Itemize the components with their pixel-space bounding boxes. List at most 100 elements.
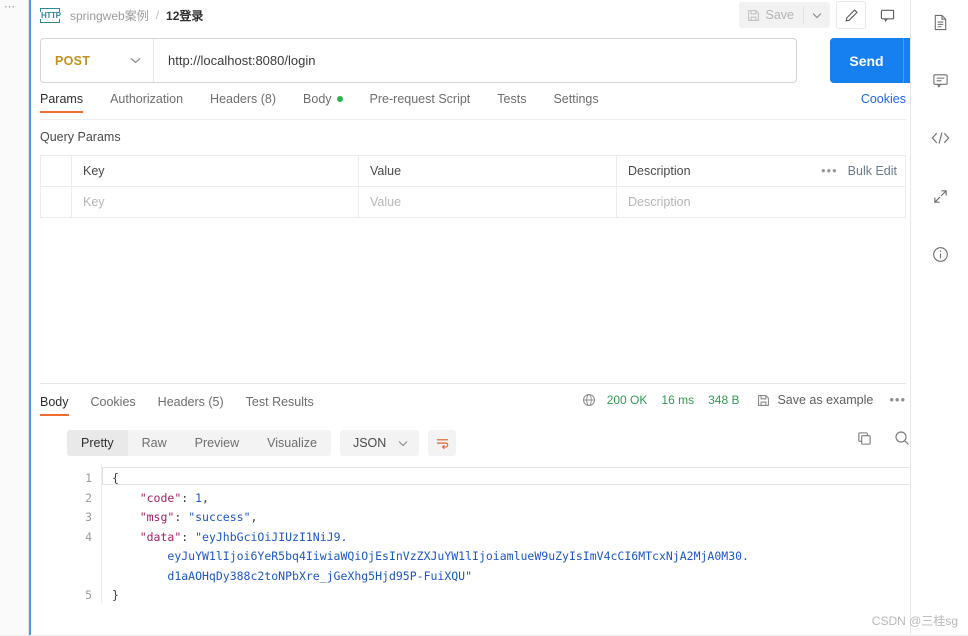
json-value-data-part1: "eyJhbGciOiJIUzI1NiJ9. [195, 529, 348, 544]
word-wrap-icon [435, 437, 450, 450]
method-selector[interactable]: POST [41, 39, 153, 82]
breadcrumb-collection[interactable]: springweb案例 [70, 7, 149, 24]
table-options-ellipsis-icon[interactable]: ••• [821, 164, 838, 177]
breadcrumb-separator: / [155, 8, 160, 22]
tab-headers[interactable]: Headers (8) [210, 92, 276, 113]
globe-icon[interactable] [582, 393, 596, 407]
save-button[interactable]: Save [739, 2, 804, 28]
tab-pre-request-script-label: Pre-request Script [369, 92, 471, 106]
response-tab-body[interactable]: Body [40, 395, 69, 416]
floppy-disk-icon [747, 9, 760, 22]
url-bar: POST http://localhost:8080/login Send [40, 38, 936, 83]
url-input[interactable]: http://localhost:8080/login [154, 53, 796, 68]
tab-authorization[interactable]: Authorization [110, 92, 183, 113]
format-raw[interactable]: Raw [128, 430, 181, 456]
response-tab-headers[interactable]: Headers (5) [158, 395, 224, 416]
save-as-example-label: Save as example [777, 393, 874, 407]
tab-headers-label: Headers (8) [210, 92, 277, 106]
json-key-data: "data" [139, 529, 182, 544]
response-tabs: Body Cookies Headers (5) Test Results 20… [40, 393, 906, 421]
body-modified-dot-icon [336, 96, 343, 102]
response-tab-body-label: Body [40, 395, 69, 409]
response-tab-headers-label: Headers (5) [157, 395, 224, 409]
code-gutter: 1 2 3 4 5 [67, 464, 101, 604]
method-label: POST [55, 53, 91, 68]
edit-pencil-icon[interactable] [836, 1, 866, 29]
code-content[interactable]: { "code": 1, "msg": "success", "data": "… [101, 464, 931, 606]
format-visualize[interactable]: Visualize [253, 430, 331, 456]
code-icon[interactable] [911, 116, 968, 160]
tab-pre-request-script[interactable]: Pre-request Script [370, 92, 471, 113]
json-value-data-part2: eyJuYW1lIjoi6YeR5bq4IiwiaWQiOjEsInVzZXJu… [167, 549, 749, 563]
code-line-5: } [112, 586, 906, 606]
tab-params[interactable]: Params [40, 92, 84, 113]
header-checkbox-cell [41, 156, 72, 186]
json-brace-open: { [112, 471, 119, 485]
bulk-edit-button[interactable]: Bulk Edit [848, 164, 897, 178]
url-input-container[interactable]: POST http://localhost:8080/login [40, 38, 797, 83]
left-sidebar-rail: ⋯ [0, 0, 29, 636]
expand-arrows-icon[interactable] [911, 174, 968, 218]
query-params-table: Key Value Description ••• Bulk Edit Key … [40, 155, 906, 218]
format-preview[interactable]: Preview [181, 430, 253, 456]
response-status: 200 OK [606, 393, 648, 407]
tab-settings[interactable]: Settings [553, 92, 598, 113]
code-line-2: "code": 1, [139, 490, 209, 505]
table-row[interactable]: Key Value Description [41, 187, 905, 218]
language-label: JSON [352, 436, 387, 450]
row-checkbox-cell[interactable] [41, 187, 72, 217]
breadcrumb-request-name[interactable]: 12登录 [166, 7, 203, 24]
tab-settings-label: Settings [553, 92, 599, 106]
response-body-code[interactable]: 1 2 3 4 5 { "code": 1, "msg": "success",… [67, 464, 931, 606]
copy-icon[interactable] [857, 431, 872, 446]
query-params-title: Query Params [40, 130, 121, 144]
tab-authorization-label: Authorization [110, 92, 184, 106]
tab-body[interactable]: Body [303, 92, 343, 113]
code-line-1: { [112, 469, 906, 489]
response-tab-cookies[interactable]: Cookies [91, 395, 136, 416]
line-number: 4 [85, 529, 92, 544]
tab-tests-label: Tests [497, 92, 527, 106]
documentation-icon[interactable] [911, 0, 968, 44]
response-options-ellipsis-icon[interactable]: ••• [889, 393, 906, 406]
language-selector[interactable]: JSON [339, 430, 420, 456]
cookies-link[interactable]: Cookies [861, 92, 906, 106]
format-pretty[interactable]: Pretty [67, 430, 128, 456]
json-value-data-part3: d1aAOHqDy388c2toNPbXre_jGeXhg5Hjd95P-Fui… [167, 568, 473, 583]
tab-tests[interactable]: Tests [497, 92, 526, 113]
param-key-input[interactable]: Key [83, 195, 105, 209]
save-button-group: Save [738, 2, 830, 28]
right-sidebar-rail [910, 0, 968, 636]
search-icon[interactable] [894, 430, 910, 446]
code-line-4-cont2: d1aAOHqDy388c2toNPbXre_jGeXhg5Hjd95P-Fui… [112, 567, 906, 587]
comment-icon[interactable] [872, 1, 902, 29]
line-number: 3 [85, 510, 92, 524]
save-example-floppy-disk-icon [757, 394, 770, 407]
response-tab-test-results[interactable]: Test Results [246, 395, 314, 416]
save-as-example-button[interactable]: Save as example [757, 393, 873, 407]
tab-params-label: Params [40, 92, 84, 106]
send-button[interactable]: Send [830, 38, 903, 83]
comment-icon[interactable] [911, 58, 968, 102]
column-header-value: Value [370, 164, 402, 178]
postman-window: ⋯ HTTP springweb案例 / 12登录 Save POST http… [0, 0, 968, 636]
param-value-input[interactable]: Value [370, 195, 401, 209]
line-number: 2 [85, 490, 92, 505]
response-tab-test-results-label: Test Results [245, 395, 314, 409]
pane-splitter[interactable] [40, 383, 906, 384]
word-wrap-toggle[interactable] [428, 430, 457, 456]
json-brace-close: } [112, 588, 119, 602]
line-number: 5 [85, 588, 92, 602]
response-body-actions [857, 430, 910, 446]
param-description-input[interactable]: Description [628, 195, 691, 209]
sidebar-ellipsis-icon[interactable]: ⋯ [4, 2, 16, 13]
request-tabs-underline [40, 118, 906, 120]
header-actions: Save [738, 0, 903, 30]
code-line-3: "msg": "success", [139, 510, 258, 524]
json-value-code: 1 [195, 490, 203, 505]
column-header-key: Key [83, 164, 105, 178]
json-value-msg: "success" [188, 510, 251, 524]
info-circle-icon[interactable] [911, 232, 968, 276]
save-options-chevron-down-icon[interactable] [804, 2, 830, 28]
response-meta: 200 OK 16 ms 348 B Save as example ••• [582, 393, 906, 407]
